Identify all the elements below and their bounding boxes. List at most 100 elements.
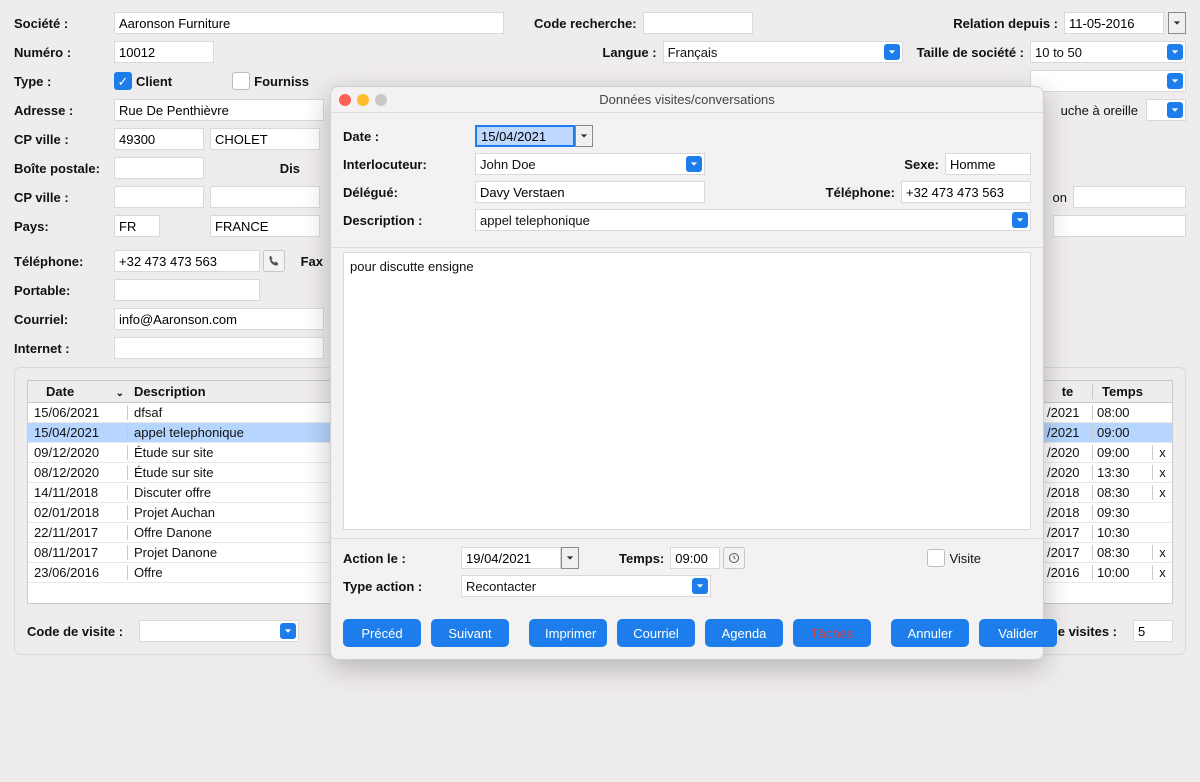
select-m-description[interactable]: appel telephonique [475, 209, 1031, 231]
btn-suivant[interactable]: Suivant [431, 619, 509, 647]
cell-temps: 08:30 [1092, 485, 1152, 500]
input-numero[interactable] [114, 41, 214, 63]
cell-temps: 08:00 [1092, 405, 1152, 420]
label-fax: Fax [293, 254, 323, 269]
select-m-type-action[interactable]: Recontacter [461, 575, 711, 597]
select-m-type-action-value: Recontacter [466, 579, 536, 594]
label-courriel: Courriel: [14, 312, 114, 327]
input-courriel[interactable] [114, 308, 324, 330]
cell-extra: /2021 [1042, 405, 1092, 420]
cell-extra: /2016 [1042, 565, 1092, 580]
btn-agenda[interactable]: Agenda [705, 619, 783, 647]
select-langue-value: Français [668, 45, 718, 60]
input-internet[interactable] [114, 337, 324, 359]
btn-imprimer[interactable]: Imprimer [529, 619, 607, 647]
input-pays-code[interactable] [114, 215, 160, 237]
select-m-description-value: appel telephonique [480, 213, 590, 228]
label-telephone: Téléphone: [14, 254, 114, 269]
input-cp[interactable] [114, 128, 204, 150]
chevron-down-icon [692, 578, 708, 594]
label-m-telephone: Téléphone: [826, 185, 895, 200]
checkbox-visite[interactable] [927, 549, 945, 567]
input-cp2[interactable] [114, 186, 204, 208]
phone-icon[interactable] [263, 250, 285, 272]
checkbox-fournisseur[interactable] [232, 72, 250, 90]
input-m-action-le[interactable] [461, 547, 561, 569]
input-telephone[interactable] [114, 250, 260, 272]
label-pays: Pays: [14, 219, 114, 234]
label-obscured-on: on [1053, 190, 1067, 205]
input-m-telephone[interactable] [901, 181, 1031, 203]
input-ville2[interactable] [210, 186, 320, 208]
cell-date: 15/06/2021 [28, 405, 128, 420]
btn-valider[interactable]: Valider [979, 619, 1057, 647]
label-type: Type : [14, 74, 114, 89]
label-numero: Numéro : [14, 45, 114, 60]
chevron-down-icon [1167, 102, 1183, 118]
input-m-sexe[interactable] [945, 153, 1031, 175]
input-adresse[interactable] [114, 99, 324, 121]
label-dis: Dis [204, 161, 304, 176]
clock-icon[interactable] [723, 547, 745, 569]
btn-taches[interactable]: Tâches [793, 619, 871, 647]
cell-extra: /2020 [1042, 465, 1092, 480]
input-portable[interactable] [114, 279, 260, 301]
label-internet: Internet : [14, 341, 114, 356]
date-picker-icon[interactable] [561, 547, 579, 569]
cell-x: x [1152, 565, 1172, 580]
select-m-interlocuteur[interactable]: John Doe [475, 153, 705, 175]
sort-icon: ⌄ [116, 388, 124, 399]
label-client: Client [136, 74, 172, 89]
cell-date: 22/11/2017 [28, 525, 128, 540]
label-m-delegue: Délégué: [343, 185, 475, 200]
label-relation-depuis: Relation depuis : [953, 16, 1058, 31]
close-icon[interactable] [339, 94, 351, 106]
btn-preced[interactable]: Précéd [343, 619, 421, 647]
input-extra-right[interactable] [1053, 215, 1186, 237]
label-m-visite: Visite [949, 551, 981, 566]
input-obscured-on[interactable] [1073, 186, 1186, 208]
label-cpville2: CP ville : [14, 190, 114, 205]
minimize-icon[interactable] [357, 94, 369, 106]
relation-date-dropdown-icon[interactable] [1168, 12, 1186, 34]
btn-annuler[interactable]: Annuler [891, 619, 969, 647]
input-m-temps[interactable] [670, 547, 720, 569]
label-fournisseur: Fourniss [254, 74, 309, 89]
label-m-action-le: Action le : [343, 551, 461, 566]
th-temps[interactable]: Temps [1092, 384, 1152, 399]
input-relation-depuis[interactable] [1064, 12, 1164, 34]
label-portable: Portable: [14, 283, 114, 298]
chevron-down-icon [1167, 44, 1183, 60]
input-m-delegue[interactable] [475, 181, 705, 203]
dialog-title: Données visites/conversations [387, 92, 987, 107]
cell-extra: /2021 [1042, 425, 1092, 440]
select-type-extra[interactable] [1030, 70, 1186, 92]
date-picker-icon[interactable] [575, 125, 593, 147]
th-extra[interactable]: te [1042, 384, 1092, 399]
input-code-recherche[interactable] [643, 12, 753, 34]
th-date[interactable]: Date ⌄ [28, 384, 128, 399]
label-m-sexe: Sexe: [904, 157, 939, 172]
select-code-visite[interactable] [139, 620, 299, 642]
btn-courriel[interactable]: Courriel [617, 619, 695, 647]
label-cpville: CP ville : [14, 132, 114, 147]
cell-x: x [1152, 545, 1172, 560]
cell-temps: 10:30 [1092, 525, 1152, 540]
textarea-notes[interactable]: pour discutte ensigne [343, 252, 1031, 530]
zoom-icon[interactable] [375, 94, 387, 106]
input-ville[interactable] [210, 128, 320, 150]
select-taille[interactable]: 10 to 50 [1030, 41, 1186, 63]
cell-date: 15/04/2021 [28, 425, 128, 440]
select-taille-value: 10 to 50 [1035, 45, 1082, 60]
checkbox-client[interactable] [114, 72, 132, 90]
input-m-date[interactable] [475, 125, 575, 147]
input-boite[interactable] [114, 157, 204, 179]
input-pays-name[interactable] [210, 215, 320, 237]
cell-date: 23/06/2016 [28, 565, 128, 580]
select-obscured[interactable] [1146, 99, 1186, 121]
input-societe[interactable] [114, 12, 504, 34]
select-langue[interactable]: Français [663, 41, 903, 63]
input-nombre-visites [1133, 620, 1173, 642]
chevron-down-icon [884, 44, 900, 60]
select-m-interlocuteur-value: John Doe [480, 157, 536, 172]
